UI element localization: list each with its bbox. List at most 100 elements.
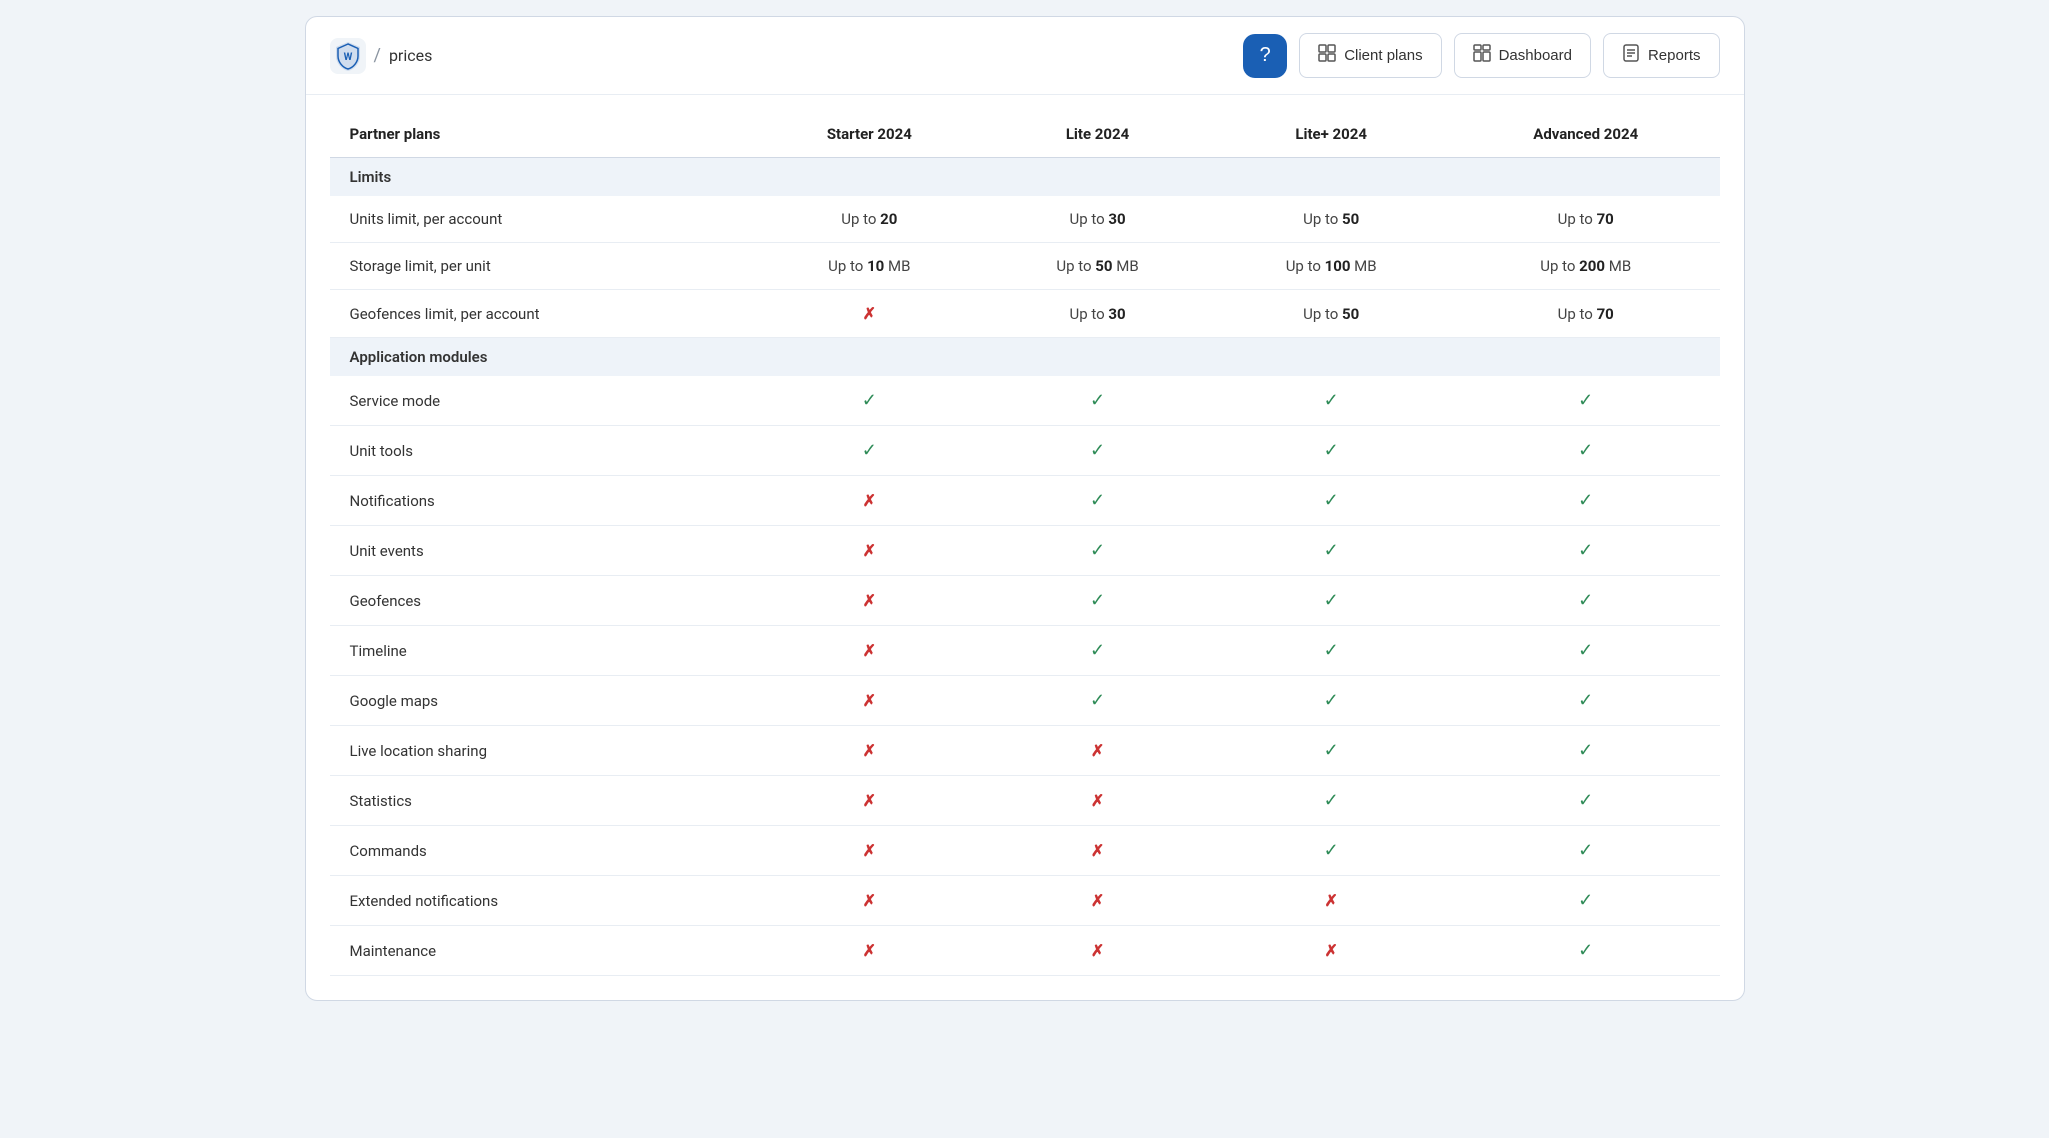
cell-lite_plus: ✓ [1210, 476, 1452, 526]
cell-lite: ✓ [985, 476, 1211, 526]
check-icon: ✓ [1578, 540, 1593, 561]
cell-lite_plus: ✓ [1210, 826, 1452, 876]
cell-lite: ✓ [985, 426, 1211, 476]
check-icon: ✓ [1090, 440, 1105, 461]
check-icon: ✓ [1090, 640, 1105, 661]
col-advanced: Advanced 2024 [1452, 111, 1720, 158]
cell-lite_plus: ✓ [1210, 376, 1452, 426]
breadcrumb-separator: / [374, 45, 381, 66]
cell-starter: ✗ [754, 876, 985, 926]
cross-icon: ✗ [863, 891, 876, 910]
cell-starter: ✗ [754, 526, 985, 576]
cross-icon: ✗ [863, 641, 876, 660]
cell-lite_plus: ✓ [1210, 576, 1452, 626]
main-container: W / prices ? Client plans [305, 16, 1745, 1001]
limit-value: 30 [1108, 210, 1125, 228]
cross-icon: ✗ [1091, 941, 1104, 960]
cross-icon: ✗ [863, 841, 876, 860]
limit-value: 20 [880, 210, 897, 228]
check-icon: ✓ [1324, 390, 1339, 411]
cell-starter: ✗ [754, 476, 985, 526]
check-icon: ✓ [862, 390, 877, 411]
cell-starter: ✓ [754, 376, 985, 426]
cell-lite_plus: ✓ [1210, 726, 1452, 776]
cell-advanced: ✓ [1452, 826, 1720, 876]
check-icon: ✓ [1090, 390, 1105, 411]
table-row: Live location sharing✗✗✓✓ [330, 726, 1720, 776]
cell-starter: ✗ [754, 576, 985, 626]
cell-advanced: Up to 70 [1452, 290, 1720, 338]
limit-value: 200 [1579, 257, 1605, 275]
cell-advanced: ✓ [1452, 576, 1720, 626]
check-icon: ✓ [1578, 890, 1593, 911]
check-icon: ✓ [1578, 840, 1593, 861]
col-lite-plus: Lite+ 2024 [1210, 111, 1452, 158]
cell-lite_plus: Up to 100 MB [1210, 243, 1452, 290]
cell-advanced: ✓ [1452, 626, 1720, 676]
cross-icon: ✗ [1091, 741, 1104, 760]
feature-name: Unit tools [330, 426, 754, 476]
cross-icon: ✗ [863, 491, 876, 510]
cell-starter: ✗ [754, 290, 985, 338]
feature-name: Timeline [330, 626, 754, 676]
cell-advanced: ✓ [1452, 876, 1720, 926]
cell-advanced: ✓ [1452, 776, 1720, 826]
cross-icon: ✗ [863, 304, 876, 323]
table-row: Notifications ✗ ✓ ✓ ✓ [330, 476, 1720, 526]
cell-advanced: ✓ [1452, 476, 1720, 526]
reports-button[interactable]: Reports [1603, 33, 1720, 78]
cell-lite: ✓ [985, 576, 1211, 626]
cell-advanced: Up to 200 MB [1452, 243, 1720, 290]
reports-icon [1622, 44, 1640, 67]
feature-name: Storage limit, per unit [330, 243, 754, 290]
check-icon: ✓ [1578, 640, 1593, 661]
cell-lite: ✗ [985, 926, 1211, 976]
cell-starter: ✗ [754, 926, 985, 976]
cell-lite_plus: ✓ [1210, 776, 1452, 826]
table-wrapper: Partner plans Starter 2024 Lite 2024 Lit… [306, 95, 1744, 1000]
feature-name: Notifications [330, 476, 754, 526]
check-icon: ✓ [1578, 740, 1593, 761]
check-icon: ✓ [1324, 490, 1339, 511]
check-icon: ✓ [1090, 590, 1105, 611]
table-row: Maintenance✗✗✗✓ [330, 926, 1720, 976]
cross-icon: ✗ [863, 741, 876, 760]
limit-value: 50 [1342, 210, 1359, 228]
check-icon: ✓ [1578, 590, 1593, 611]
svg-text:W: W [343, 52, 352, 63]
feature-name: Units limit, per account [330, 196, 754, 243]
cell-lite: ✓ [985, 526, 1211, 576]
feature-name: Service mode [330, 376, 754, 426]
check-icon: ✓ [1324, 740, 1339, 761]
cross-icon: ✗ [863, 791, 876, 810]
client-plans-button[interactable]: Client plans [1299, 33, 1441, 78]
section-row-app_modules: Application modules [330, 338, 1720, 377]
feature-name: Geofences limit, per account [330, 290, 754, 338]
check-icon: ✓ [1090, 540, 1105, 561]
check-icon: ✓ [1324, 790, 1339, 811]
cell-starter: ✗ [754, 776, 985, 826]
table-row: Timeline✗✓✓✓ [330, 626, 1720, 676]
table-row: Storage limit, per unitUp to 10 MBUp to … [330, 243, 1720, 290]
brand-icon: W [330, 38, 366, 74]
check-icon: ✓ [1578, 940, 1593, 961]
feature-name: Statistics [330, 776, 754, 826]
col-lite: Lite 2024 [985, 111, 1211, 158]
feature-name: Commands [330, 826, 754, 876]
check-icon: ✓ [862, 440, 877, 461]
table-row: Units limit, per accountUp to 20Up to 30… [330, 196, 1720, 243]
dashboard-button[interactable]: Dashboard [1454, 33, 1591, 78]
help-button[interactable]: ? [1243, 34, 1287, 78]
check-icon: ✓ [1324, 440, 1339, 461]
cell-advanced: ✓ [1452, 726, 1720, 776]
cross-icon: ✗ [1091, 891, 1104, 910]
table-row: Service mode✓✓✓✓ [330, 376, 1720, 426]
cross-icon: ✗ [863, 691, 876, 710]
check-icon: ✓ [1324, 590, 1339, 611]
cell-lite_plus: ✓ [1210, 676, 1452, 726]
client-plans-icon [1318, 44, 1336, 67]
check-icon: ✓ [1578, 790, 1593, 811]
cell-lite_plus: ✗ [1210, 876, 1452, 926]
cell-lite_plus: Up to 50 [1210, 290, 1452, 338]
check-icon: ✓ [1324, 540, 1339, 561]
